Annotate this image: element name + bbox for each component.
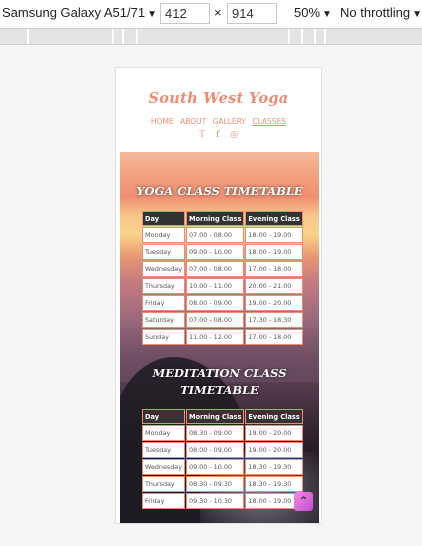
- table-cell: Saturday: [142, 312, 185, 328]
- device-label: Samsung Galaxy A51/71: [2, 5, 146, 20]
- table-row: Thursday 10.00 - 11.00 20.00 - 21.00: [142, 278, 303, 294]
- table-cell: 17.30 - 18.30: [245, 312, 303, 328]
- zoom-label: 50%: [294, 5, 321, 20]
- table-cell: 17.00 - 18.00: [245, 261, 303, 277]
- table-row: Friday 09.30 - 10.30 18.00 - 19.00: [142, 493, 303, 509]
- chevron-down-icon: ▼: [322, 9, 332, 20]
- table-row: Tuesday 08.00 - 09.00 19.00 - 20.00: [142, 442, 303, 458]
- table-cell: 18.00 - 19.00: [245, 244, 303, 260]
- table-cell: 10.00 - 11.00: [186, 278, 245, 294]
- table-cell: Wednesday: [142, 459, 185, 475]
- table-cell: Tuesday: [142, 442, 185, 458]
- table-cell: 07.00 - 08.00: [186, 261, 245, 277]
- social-links: 𝕋 f ◎: [116, 130, 321, 140]
- instagram-icon[interactable]: ◎: [230, 130, 238, 140]
- devtools-toolbar: Samsung Galaxy A51/71 ▼ 412 × 914 50% ▼ No…: [0, 0, 422, 28]
- main-nav: HOME ABOUT GALLERY CLASSES: [116, 117, 321, 126]
- column-header: Morning Class: [186, 211, 245, 226]
- dimension-separator: ×: [214, 5, 222, 20]
- hero-background: YOGA CLASS TIMETABLE Day Morning Class Eve…: [120, 152, 319, 523]
- table-row: Wednesday 07.00 - 08.00 17.00 - 18.00: [142, 261, 303, 277]
- table-cell: Friday: [142, 493, 185, 509]
- device-frame: South West Yoga HOME ABOUT GALLERY CLASS…: [115, 67, 322, 524]
- column-header: Evening Class: [245, 409, 303, 424]
- table-cell: 19.00 - 20.00: [245, 442, 303, 458]
- column-header: Day: [142, 409, 185, 424]
- column-header: Day: [142, 211, 185, 226]
- table-cell: Friday: [142, 295, 185, 311]
- table-cell: Sunday: [142, 329, 185, 345]
- meditation-title-line-1: MEDITATION CLASS: [152, 366, 287, 380]
- table-cell: 08.00 - 09.00: [186, 442, 245, 458]
- nav-home[interactable]: HOME: [151, 117, 174, 126]
- throttling-select[interactable]: No throttling ▼: [340, 5, 422, 20]
- yoga-timetable: Day Morning Class Evening Class Monday 07.00…: [141, 210, 304, 346]
- chevron-down-icon: ▼: [412, 9, 422, 20]
- media-query-ruler[interactable]: [0, 28, 422, 45]
- scroll-top-button[interactable]: ^: [294, 492, 313, 511]
- table-cell: 11.00 - 12.00: [186, 329, 245, 345]
- table-row: Wednesday 09.00 - 10.00 18.30 - 19.30: [142, 459, 303, 475]
- height-input[interactable]: 914: [227, 3, 277, 24]
- column-header: Evening Class: [245, 211, 303, 226]
- table-cell: 19.00 - 20.00: [245, 425, 303, 441]
- twitter-icon[interactable]: 𝕋: [199, 130, 205, 140]
- table-cell: 18.30 - 19.30: [245, 459, 303, 475]
- table-cell: 19.00 - 20.00: [245, 295, 303, 311]
- site-brand[interactable]: South West Yoga: [116, 90, 321, 107]
- table-cell: 08.00 - 09.00: [186, 295, 245, 311]
- nav-gallery[interactable]: GALLERY: [213, 117, 246, 126]
- table-cell: 17.00 - 18.00: [245, 329, 303, 345]
- table-cell: 09.30 - 10.30: [186, 493, 245, 509]
- column-header: Morning Class: [186, 409, 245, 424]
- table-cell: Thursday: [142, 476, 185, 492]
- table-cell: 07.00 - 08.00: [186, 312, 245, 328]
- throttling-label: No throttling: [340, 5, 411, 20]
- zoom-select[interactable]: 50% ▼: [294, 5, 332, 20]
- table-row: Tuesday 09.00 - 10.00 18.00 - 19.00: [142, 244, 303, 260]
- meditation-timetable: Day Morning Class Evening Class Monday 08.30…: [141, 408, 304, 510]
- table-cell: Wednesday: [142, 261, 185, 277]
- facebook-icon[interactable]: f: [216, 130, 219, 140]
- table-cell: 18.00 - 19.00: [245, 227, 303, 243]
- table-cell: 20.00 - 21.00: [245, 278, 303, 294]
- table-header-row: Day Morning Class Evening Class: [142, 409, 303, 424]
- meditation-timetable-title: MEDITATION CLASS TIMETABLE: [120, 365, 319, 399]
- table-header-row: Day Morning Class Evening Class: [142, 211, 303, 226]
- table-cell: 09.00 - 10.00: [186, 459, 245, 475]
- table-cell: Tuesday: [142, 244, 185, 260]
- table-cell: 18.30 - 19.30: [245, 476, 303, 492]
- table-cell: Thursday: [142, 278, 185, 294]
- table-cell: 08.30 - 09.30: [186, 476, 245, 492]
- meditation-title-line-2: TIMETABLE: [180, 383, 259, 397]
- table-row: Monday 07.00 - 08.00 18.00 - 19.00: [142, 227, 303, 243]
- table-cell: 07.00 - 08.00: [186, 227, 245, 243]
- table-row: Monday 08.30 - 09.00 19.00 - 20.00: [142, 425, 303, 441]
- table-cell: Monday: [142, 227, 185, 243]
- table-row: Friday 08.00 - 09.00 19.00 - 20.00: [142, 295, 303, 311]
- table-cell: 08.30 - 09.00: [186, 425, 245, 441]
- nav-classes[interactable]: CLASSES: [252, 117, 286, 126]
- table-row: Thursday 08.30 - 09.30 18.30 - 19.30: [142, 476, 303, 492]
- table-row: Sunday 11.00 - 12.00 17.00 - 18.00: [142, 329, 303, 345]
- nav-about[interactable]: ABOUT: [180, 117, 206, 126]
- chevron-down-icon: ▼: [147, 9, 157, 20]
- table-cell: Monday: [142, 425, 185, 441]
- table-row: Saturday 07.00 - 08.00 17.30 - 18.30: [142, 312, 303, 328]
- device-select[interactable]: Samsung Galaxy A51/71 ▼: [2, 5, 157, 20]
- table-cell: 09.00 - 10.00: [186, 244, 245, 260]
- width-input[interactable]: 412: [160, 3, 210, 24]
- yoga-timetable-title: YOGA CLASS TIMETABLE: [136, 184, 303, 198]
